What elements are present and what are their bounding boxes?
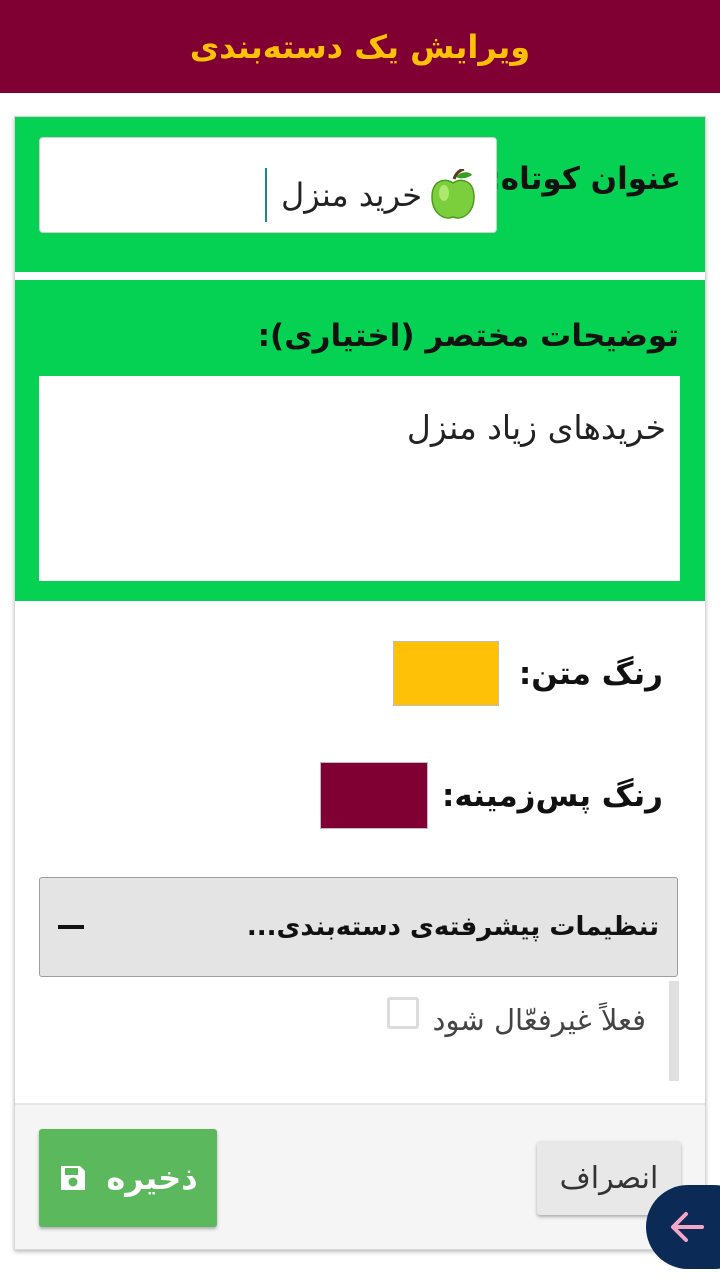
text-color-label: رنگ متن: bbox=[518, 655, 663, 692]
form-footer: ذخیره انصراف bbox=[15, 1105, 705, 1249]
app-header: ویرایش یک دسته‌بندی bbox=[0, 0, 720, 93]
floppy-disk-icon bbox=[61, 1166, 86, 1190]
arrow-left-icon bbox=[671, 1212, 704, 1242]
cancel-button-label: انصراف bbox=[559, 1160, 659, 1196]
deactivate-checkbox[interactable] bbox=[386, 997, 419, 1029]
advanced-settings-panel: فعلاً غیرفعّال شود bbox=[39, 981, 679, 1085]
page-title: ویرایش یک دسته‌بندی bbox=[189, 27, 531, 66]
deactivate-label: فعلاً غیرفعّال شود bbox=[432, 1003, 646, 1037]
back-fab-button[interactable] bbox=[646, 1185, 720, 1269]
text-caret bbox=[264, 168, 267, 222]
description-value: خریدهای زیاد منزل bbox=[406, 408, 666, 447]
text-color-swatch[interactable] bbox=[392, 641, 499, 706]
green-apple-icon bbox=[431, 169, 475, 219]
short-title-label: عنوان کوتاه: bbox=[488, 161, 681, 197]
description-textarea[interactable]: خریدهای زیاد منزل bbox=[39, 376, 680, 581]
short-title-value-wrap: خرید منزل bbox=[264, 168, 476, 222]
advanced-settings-toggle[interactable]: تنظیمات پیشرفته‌ی دسته‌بندی... bbox=[39, 877, 678, 977]
text-color-row: رنگ متن: bbox=[392, 641, 663, 706]
edit-category-card: عنوان کوتاه: خرید منزل توضیحات مختصر (اخ… bbox=[14, 116, 706, 1250]
advanced-settings-label: تنظیمات پیشرفته‌ی دسته‌بندی... bbox=[246, 912, 659, 942]
panel-scrollbar bbox=[669, 981, 679, 1081]
short-title-input[interactable]: خرید منزل bbox=[39, 137, 497, 233]
background-color-label: رنگ پس‌زمینه: bbox=[441, 777, 663, 814]
save-button-label: ذخیره bbox=[106, 1159, 198, 1197]
background-color-row: رنگ پس‌زمینه: bbox=[319, 762, 663, 829]
background-color-swatch[interactable] bbox=[319, 762, 428, 829]
save-button[interactable]: ذخیره bbox=[39, 1129, 217, 1227]
description-section: توضیحات مختصر (اختیاری): خریدهای زیاد من… bbox=[15, 280, 705, 601]
deactivate-row[interactable]: فعلاً غیرفعّال شود bbox=[386, 997, 646, 1037]
minus-icon bbox=[58, 925, 84, 929]
description-label: توضیحات مختصر (اختیاری): bbox=[257, 318, 679, 354]
short-title-section: عنوان کوتاه: خرید منزل bbox=[15, 117, 705, 272]
short-title-value: خرید منزل bbox=[280, 176, 422, 214]
section-divider bbox=[15, 272, 705, 280]
